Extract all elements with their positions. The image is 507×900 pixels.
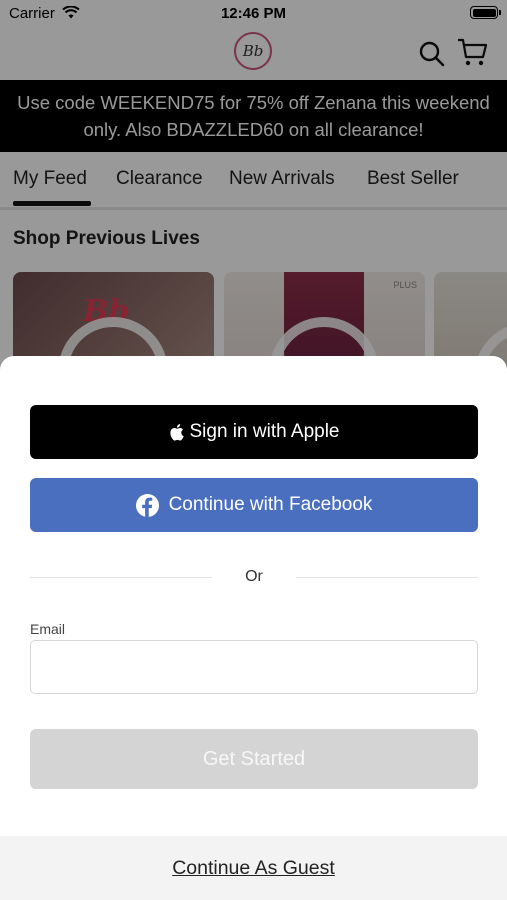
divider-line	[296, 577, 478, 578]
facebook-button-label: Continue with Facebook	[168, 494, 373, 515]
get-started-button[interactable]: Get Started	[30, 729, 478, 789]
sign-in-with-apple-button[interactable]: Sign in with Apple	[30, 405, 478, 459]
continue-as-guest-link[interactable]: Continue As Guest	[172, 857, 335, 880]
guest-footer: Continue As Guest	[0, 836, 507, 900]
divider-line	[30, 577, 212, 578]
email-field[interactable]	[30, 640, 478, 694]
email-label: Email	[30, 621, 66, 637]
continue-with-facebook-button[interactable]: Continue with Facebook	[30, 478, 478, 532]
apple-button-label: Sign in with Apple	[189, 421, 340, 442]
facebook-icon	[135, 493, 159, 517]
login-sheet: Sign in with Apple Continue with Faceboo…	[0, 356, 507, 900]
apple-icon	[169, 423, 184, 441]
or-divider-text: Or	[245, 568, 263, 585]
